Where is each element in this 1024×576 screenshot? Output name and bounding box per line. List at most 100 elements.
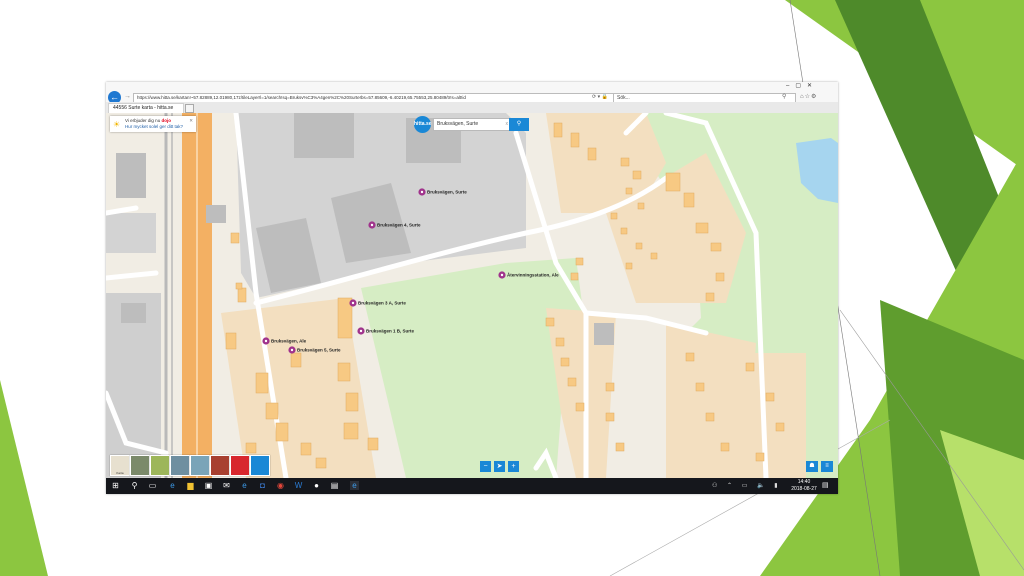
house — [275, 422, 289, 442]
layer-thumbnail[interactable] — [190, 455, 210, 476]
building-ind-6 — [121, 303, 146, 323]
zoom-in-button[interactable]: + — [508, 461, 519, 472]
layer-thumbnail[interactable] — [230, 455, 250, 476]
marker-label: Återvinningsstation, Ale — [507, 272, 559, 278]
house — [710, 242, 722, 252]
locate-button[interactable]: ➤ — [494, 461, 505, 472]
search-icon[interactable]: ⚲ — [782, 93, 786, 102]
house — [632, 170, 642, 180]
folder-icon[interactable]: ▆ — [186, 481, 195, 490]
house — [685, 352, 695, 362]
layer-thumbnail[interactable] — [250, 455, 270, 476]
map-search-input[interactable]: Bruksvägen, Surte x — [433, 118, 511, 131]
map-marker[interactable]: Bruksvägen 5, Surte — [288, 346, 341, 354]
search-icon[interactable]: ⚲ — [130, 481, 139, 490]
house — [343, 422, 359, 440]
house — [235, 282, 243, 290]
notice-brand: dojo — [161, 118, 171, 123]
layer-thumbnail[interactable] — [150, 455, 170, 476]
house — [745, 362, 755, 372]
industrial-area-2 — [106, 213, 156, 253]
map-view[interactable]: Bruksvägen, Surte Bruksvägen 4, Surte Åter… — [106, 110, 838, 481]
map-search-query: Bruksvägen, Surte — [437, 121, 479, 127]
app-icon-2[interactable]: ▤ — [330, 481, 339, 490]
house — [230, 232, 240, 244]
window-controls[interactable]: –▢✕ — [786, 82, 818, 91]
clear-icon[interactable]: x — [506, 119, 509, 130]
house — [567, 377, 577, 387]
house — [367, 437, 379, 451]
map-search-button[interactable]: ⚲ — [509, 118, 529, 131]
house — [570, 132, 580, 148]
house — [605, 412, 615, 422]
house — [575, 257, 584, 266]
map-canvas[interactable]: Bruksvägen, Surte Bruksvägen 4, Surte Åter… — [106, 110, 838, 481]
store-icon[interactable]: ▣ — [204, 481, 213, 490]
house — [720, 442, 730, 452]
mail-icon[interactable]: ✉ — [222, 481, 231, 490]
house — [337, 362, 351, 382]
layer-thumbnail[interactable] — [210, 455, 230, 476]
house — [610, 212, 618, 220]
house — [705, 412, 715, 422]
house — [775, 422, 785, 432]
house — [245, 442, 257, 454]
windows-taskbar: ⊞ ⚲ ▭ e ▆ ▣ ✉ e ◘ ◉ W ● ▤ e ⚇ ⌃ ▭ 🔈 ▮ 14… — [106, 478, 838, 494]
layer-thumbnail[interactable] — [170, 455, 190, 476]
map-pin-dot — [264, 339, 268, 343]
house — [637, 202, 645, 210]
map-marker[interactable]: Återvinningsstation, Ale — [498, 271, 559, 279]
building-ind-5 — [116, 153, 146, 198]
house — [620, 227, 628, 235]
house — [345, 392, 359, 412]
map-marker[interactable]: Bruksvägen 1 B, Surte — [357, 327, 415, 335]
new-tab-button[interactable] — [185, 104, 194, 113]
map-pin-dot — [500, 273, 504, 277]
forward-arrow-icon[interactable]: → — [124, 93, 131, 100]
house — [683, 192, 695, 208]
screenshot-window: –▢✕ ← → https://www.hitta.se/kartan!~57.… — [106, 82, 838, 494]
house — [605, 382, 615, 392]
app-icon[interactable]: ● — [312, 481, 321, 490]
solar-notice[interactable]: ☀ Vi erbjuder dig nu dojo Hur mycket sol… — [110, 116, 196, 132]
people-icon-button[interactable]: ☗ — [806, 461, 818, 472]
house — [225, 332, 237, 350]
layer-thumbnail[interactable] — [130, 455, 150, 476]
house — [570, 272, 579, 281]
marker-label: Bruksvägen, Surte — [427, 190, 467, 195]
house — [665, 172, 681, 192]
map-pin-dot — [370, 223, 374, 227]
clock[interactable]: 14:40 2018-08-27 — [789, 479, 819, 493]
house — [545, 317, 555, 327]
ie-icon[interactable]: e — [240, 481, 249, 490]
home-star-gear-icons[interactable]: ⌂☆⚙ — [800, 93, 817, 102]
house — [300, 442, 312, 456]
map-marker[interactable]: Bruksvägen 4, Surte — [368, 221, 421, 229]
map-pin-dot — [351, 301, 355, 305]
task-view-icon[interactable]: ▭ — [148, 481, 157, 490]
layer-thumbnail[interactable]: Karta — [110, 455, 130, 476]
outlook-icon[interactable]: ◘ — [258, 481, 267, 490]
clock-time: 14:40 — [797, 479, 811, 485]
ie-active-icon[interactable]: e — [350, 481, 359, 490]
notice-link[interactable]: Hur mycket solel ger ditt tak? — [125, 124, 183, 129]
marker-label: Bruksvägen 4, Surte — [377, 223, 421, 228]
house — [560, 357, 570, 367]
map-pin-dot — [290, 348, 294, 352]
refresh-icon[interactable]: ⟳ ▾ 🔒 — [592, 93, 608, 102]
map-marker[interactable]: Bruksvägen 3 A, Surte — [349, 299, 406, 307]
edge-icon[interactable]: e — [168, 481, 177, 490]
zoom-out-button[interactable]: − — [480, 461, 491, 472]
hitta-logo[interactable]: hitta.se — [414, 116, 432, 133]
notice-text: Vi erbjuder dig nu — [125, 118, 161, 123]
close-icon[interactable]: ✕ — [189, 118, 193, 124]
menu-icon-button[interactable]: ≡ — [821, 461, 833, 472]
windows-start-icon[interactable]: ⊞ — [111, 481, 120, 490]
clock-date: 2018-08-27 — [791, 486, 817, 492]
house — [695, 382, 705, 392]
word-icon[interactable]: W — [294, 481, 303, 490]
system-tray[interactable]: ⚇ ⌃ ▭ 🔈 ▮ — [712, 482, 782, 490]
notification-icon[interactable]: ▤ — [822, 482, 829, 490]
chrome-icon[interactable]: ◉ — [276, 481, 285, 490]
house — [290, 352, 302, 368]
